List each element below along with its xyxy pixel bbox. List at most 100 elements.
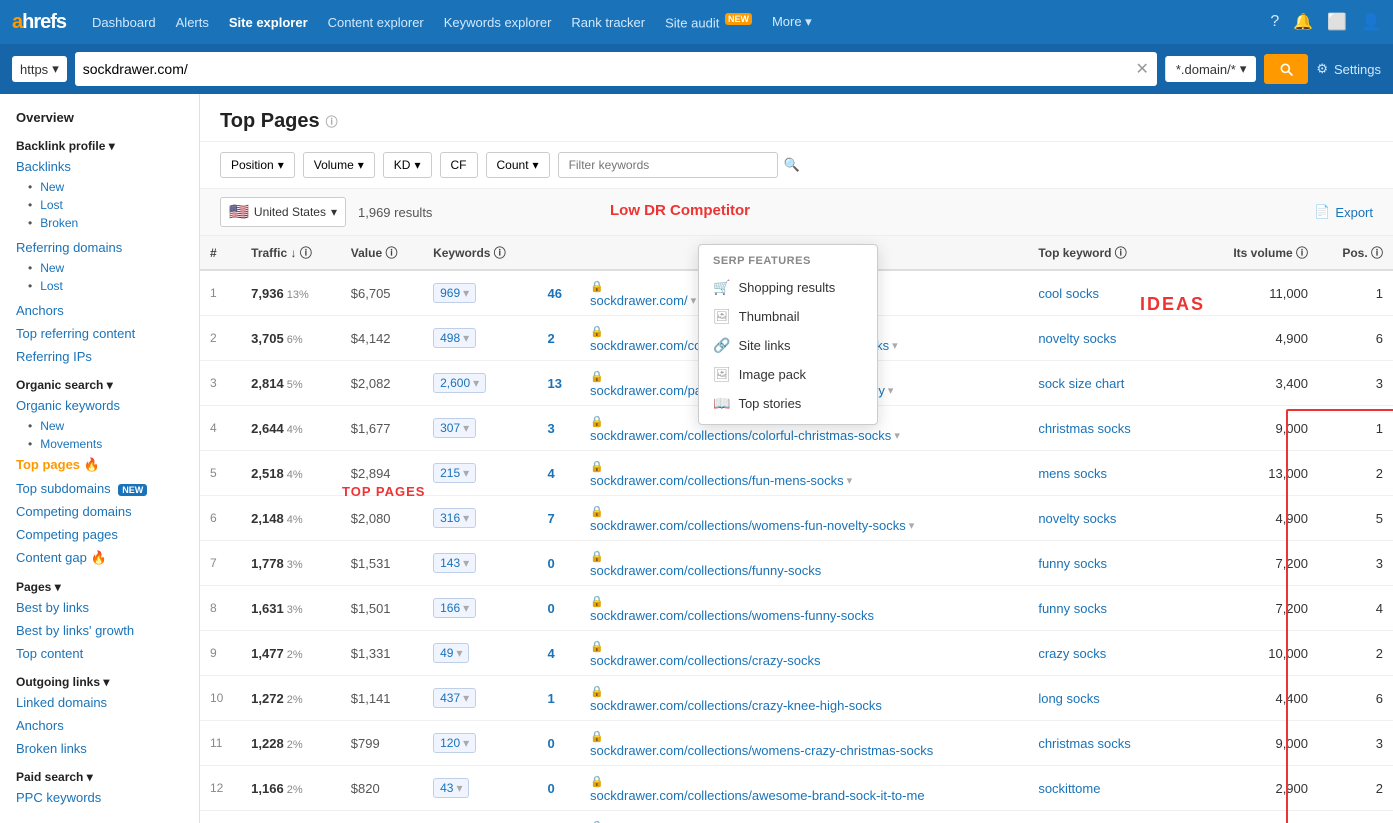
serp-item-shopping[interactable]: 🛒 Shopping results	[699, 273, 877, 302]
cell-kw-link[interactable]: 0	[538, 721, 581, 766]
sidebar-item-referring-ips[interactable]: Referring IPs	[0, 345, 199, 368]
cell-keywords[interactable]: 969 ▾	[423, 270, 537, 316]
cell-kw-link[interactable]: 1	[538, 676, 581, 721]
cell-keywords[interactable]: 43 ▾	[423, 766, 537, 811]
url-link[interactable]: sockdrawer.com/collections/womens-fun-no…	[590, 518, 1018, 533]
sidebar-item-broken-links[interactable]: Broken links	[0, 737, 199, 760]
sidebar-item-anchors[interactable]: Anchors	[0, 299, 199, 322]
nav-site-audit[interactable]: Site audit NEW	[663, 10, 754, 34]
url-input[interactable]	[83, 61, 1136, 77]
cell-keywords[interactable]: 120 ▾	[423, 721, 537, 766]
notifications-icon[interactable]: 🔔	[1293, 12, 1313, 32]
serp-item-imagepack[interactable]: 🖼 Image pack	[699, 360, 877, 389]
cell-kw-link[interactable]: 0	[538, 541, 581, 586]
sidebar-item-competing-domains[interactable]: Competing domains	[0, 500, 199, 523]
search-button[interactable]	[1264, 54, 1308, 84]
url-link[interactable]: sockdrawer.com/collections/awesome-brand…	[590, 788, 1018, 803]
position-filter[interactable]: Position ▾	[220, 152, 295, 178]
cell-kw-link[interactable]: 7	[538, 496, 581, 541]
help-icon[interactable]: ?	[1270, 13, 1279, 31]
url-link[interactable]: sockdrawer.com/collections/colorful-chri…	[590, 428, 1018, 443]
volume-filter[interactable]: Volume ▾	[303, 152, 375, 178]
export-button[interactable]: 📄 Export	[1314, 204, 1373, 220]
count-filter[interactable]: Count ▾	[486, 152, 550, 178]
cell-top-kw[interactable]: novelty socks	[1028, 496, 1201, 541]
cell-keywords[interactable]: 215 ▾	[423, 451, 537, 496]
cell-keywords[interactable]: 49 ▾	[423, 631, 537, 676]
sidebar-item-top-referring[interactable]: Top referring content	[0, 322, 199, 345]
url-link[interactable]: sockdrawer.com/collections/womens-funny-…	[590, 608, 1018, 623]
cell-top-kw[interactable]: long socks	[1028, 676, 1201, 721]
url-link[interactable]: sockdrawer.com/collections/crazy-socks	[590, 653, 1018, 668]
logo[interactable]: ahrefs	[12, 11, 66, 34]
cell-kw-link[interactable]: 3	[538, 406, 581, 451]
cell-top-kw[interactable]: sockittome	[1028, 766, 1201, 811]
sidebar-item-backlinks-lost[interactable]: Lost	[0, 196, 199, 214]
cell-top-kw[interactable]: mens socks	[1028, 451, 1201, 496]
col-pos[interactable]: Pos. ⓘ	[1318, 236, 1393, 270]
clear-button[interactable]: ✕	[1135, 59, 1148, 79]
sidebar-item-organic-new[interactable]: New	[0, 417, 199, 435]
sidebar-item-backlinks-new[interactable]: New	[0, 178, 199, 196]
sidebar-item-backlinks[interactable]: Backlinks	[0, 155, 199, 178]
sidebar-item-overview[interactable]: Overview	[0, 106, 199, 129]
serp-item-thumbnail[interactable]: 🖼 Thumbnail	[699, 302, 877, 331]
col-volume[interactable]: Its volume ⓘ	[1201, 236, 1318, 270]
cell-kw-link[interactable]: 2	[538, 316, 581, 361]
url-link[interactable]: sockdrawer.com/collections/crazy-knee-hi…	[590, 698, 1018, 713]
cell-top-kw[interactable]: sock size chart	[1028, 361, 1201, 406]
col-top-keyword[interactable]: Top keyword ⓘ	[1028, 236, 1201, 270]
cell-top-kw[interactable]: novelty socks	[1028, 316, 1201, 361]
sidebar-item-top-subdomains[interactable]: Top subdomains NEW	[0, 477, 199, 500]
nav-rank-tracker[interactable]: Rank tracker	[569, 11, 647, 34]
cell-keywords[interactable]: 307 ▾	[423, 406, 537, 451]
col-keywords[interactable]: Keywords ⓘ	[423, 236, 537, 270]
protocol-select[interactable]: https ▾	[12, 56, 67, 82]
sidebar-item-referring-new[interactable]: New	[0, 259, 199, 277]
account-icon[interactable]: 👤	[1361, 12, 1381, 32]
sidebar-item-competing-pages[interactable]: Competing pages	[0, 523, 199, 546]
serp-item-sitelinks[interactable]: 🔗 Site links	[699, 331, 877, 360]
cell-top-kw[interactable]: christmas socks	[1028, 406, 1201, 451]
cell-kw-link[interactable]: 0	[538, 586, 581, 631]
sidebar-item-content-gap[interactable]: Content gap 🔥	[0, 546, 199, 570]
info-icon[interactable]: ⓘ	[326, 113, 338, 130]
serp-item-topstories[interactable]: 📖 Top stories	[699, 389, 877, 418]
sidebar-item-backlinks-broken[interactable]: Broken	[0, 214, 199, 232]
sidebar-item-top-content[interactable]: Top content	[0, 642, 199, 665]
kd-filter[interactable]: KD ▾	[383, 152, 432, 178]
sidebar-item-referring-lost[interactable]: Lost	[0, 277, 199, 295]
nav-site-explorer[interactable]: Site explorer	[227, 11, 310, 34]
cell-keywords[interactable]: 498 ▾	[423, 316, 537, 361]
nav-content-explorer[interactable]: Content explorer	[326, 11, 426, 34]
nav-alerts[interactable]: Alerts	[174, 11, 211, 34]
cell-keywords[interactable]: 316 ▾	[423, 496, 537, 541]
cell-top-kw[interactable]: christmas socks	[1028, 721, 1201, 766]
cell-top-kw[interactable]: funny socks	[1028, 586, 1201, 631]
sidebar-item-best-by-links[interactable]: Best by links	[0, 596, 199, 619]
sidebar-item-outgoing-anchors[interactable]: Anchors	[0, 714, 199, 737]
screen-icon[interactable]: ⬜	[1327, 12, 1347, 32]
mode-select[interactable]: *.domain/* ▾	[1165, 56, 1257, 82]
nav-keywords-explorer[interactable]: Keywords explorer	[442, 11, 554, 34]
sidebar-item-top-pages[interactable]: Top pages 🔥	[0, 453, 199, 477]
cell-kw-link[interactable]: 0	[538, 766, 581, 811]
cell-keywords[interactable]: 166 ▾	[423, 586, 537, 631]
cell-top-kw[interactable]: cool socks	[1028, 270, 1201, 316]
url-link[interactable]: sockdrawer.com/collections/womens-crazy-…	[590, 743, 1018, 758]
country-selector[interactable]: 🇺🇸 United States ▾	[220, 197, 346, 227]
cell-keywords[interactable]: 143 ▾	[423, 541, 537, 586]
keyword-filter-input[interactable]	[558, 152, 778, 178]
cell-kw-link[interactable]: 4	[538, 451, 581, 496]
keyword-filter-search-icon[interactable]: 🔍	[784, 157, 800, 173]
nav-more[interactable]: More ▾	[770, 10, 814, 34]
col-traffic[interactable]: Traffic ↓ ⓘ	[241, 236, 341, 270]
cell-kw-link[interactable]: 4	[538, 631, 581, 676]
cell-kw-link[interactable]: 46	[538, 270, 581, 316]
sidebar-item-organic-movements[interactable]: Movements	[0, 435, 199, 453]
cell-keywords[interactable]: 437 ▾	[423, 676, 537, 721]
cell-top-kw[interactable]: funny socks	[1028, 541, 1201, 586]
sidebar-item-referring-domains[interactable]: Referring domains	[0, 236, 199, 259]
sidebar-item-linked-domains[interactable]: Linked domains	[0, 691, 199, 714]
nav-dashboard[interactable]: Dashboard	[90, 11, 158, 34]
